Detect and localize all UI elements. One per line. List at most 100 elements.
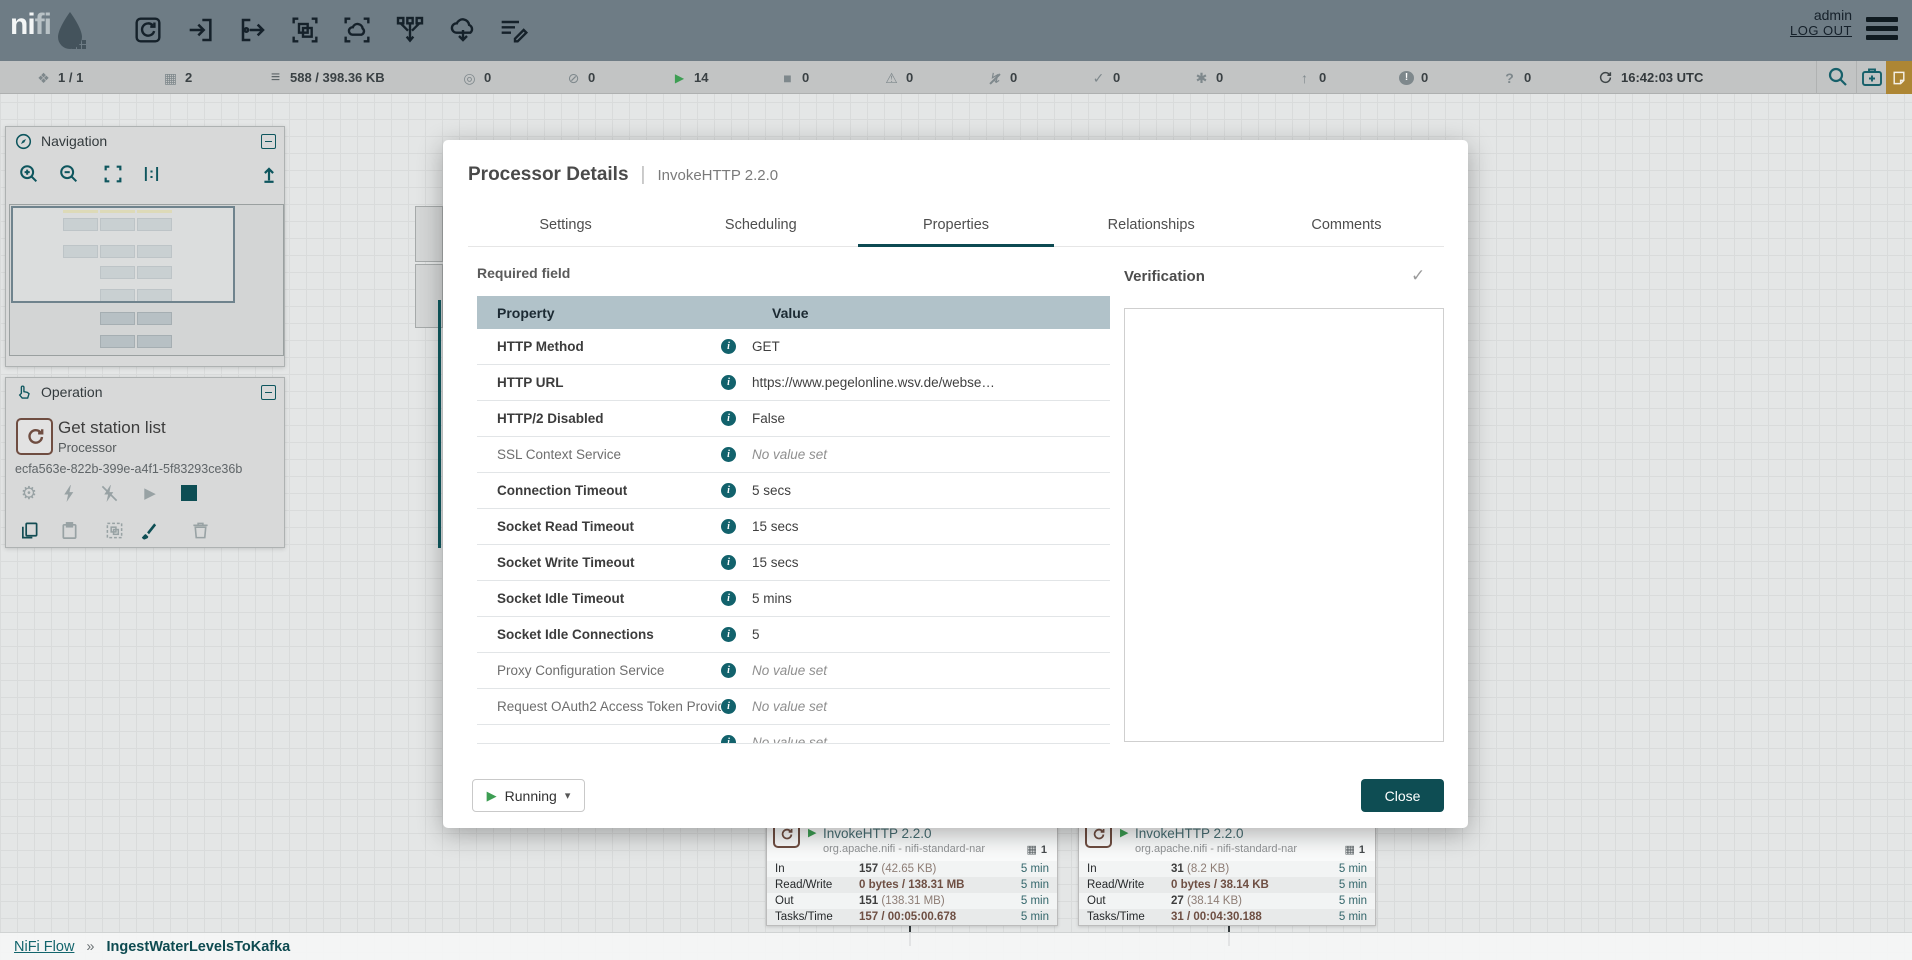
zoom-out-button[interactable]: [58, 163, 82, 187]
selected-component-name: Get station list: [58, 418, 166, 438]
logout-link[interactable]: LOG OUT: [1790, 23, 1852, 38]
tasks-badge: 1: [1344, 843, 1365, 856]
processor-toolbar-icon[interactable]: [132, 14, 164, 46]
navigation-panel-title: Navigation: [41, 133, 107, 149]
status-item-not-transmitting: 0: [566, 61, 595, 94]
funnel-toolbar-icon[interactable]: [394, 14, 426, 46]
paste-button[interactable]: [58, 519, 80, 541]
template-download-toolbar-icon[interactable]: [447, 14, 479, 46]
navigation-panel: Navigation |:|: [5, 126, 285, 367]
property-value: No value set: [752, 699, 1110, 714]
stop-button[interactable]: [178, 482, 200, 504]
stat-row: In31 (8.2 KB)5 min: [1079, 861, 1375, 877]
color-brush-button[interactable]: [137, 519, 159, 541]
property-row: Socket Read Timeout15 secs: [477, 509, 1110, 545]
property-value: 15 secs: [752, 519, 1110, 534]
enable-button[interactable]: [58, 482, 80, 504]
delete-button[interactable]: [189, 519, 211, 541]
dialog-title: Processor Details: [468, 164, 629, 186]
zoom-actual-button[interactable]: |:|: [140, 163, 164, 187]
properties-table: Property Value HTTP MethodGETHTTP URLhtt…: [477, 296, 1110, 744]
property-row: Socket Write Timeout15 secs: [477, 545, 1110, 581]
first-aid-button[interactable]: [1860, 65, 1886, 91]
property-name: Socket Idle Connections: [477, 627, 721, 642]
jump-to-flow-button[interactable]: [258, 163, 282, 187]
status-item-running: 14: [672, 61, 708, 94]
property-row: HTTP MethodGET: [477, 329, 1110, 365]
info-icon[interactable]: [721, 339, 736, 354]
input-port-toolbar-icon[interactable]: [185, 14, 217, 46]
close-button[interactable]: Close: [1361, 779, 1444, 812]
status-count: 0: [1319, 70, 1326, 85]
selected-component-id: ecfa563e-822b-399e-a4f1-5f83293ce36b: [15, 462, 242, 476]
search-button[interactable]: [1826, 65, 1852, 91]
canvas-processor[interactable]: ▶ InvokeHTTP 2.2.0 org.apache.nifi - nif…: [1078, 812, 1376, 926]
info-icon[interactable]: [721, 483, 736, 498]
tab-relationships[interactable]: Relationships: [1054, 206, 1249, 246]
selected-component-edge: [438, 300, 441, 548]
status-count: 1 / 1: [58, 70, 83, 85]
tab-properties[interactable]: Properties: [858, 206, 1053, 246]
dialog-subtitle: InvokeHTTP 2.2.0: [657, 167, 778, 184]
status-count: 0: [906, 70, 913, 85]
disable-button[interactable]: [98, 482, 120, 504]
minimap-viewport[interactable]: [11, 206, 235, 303]
zoom-fit-button[interactable]: [102, 163, 126, 187]
info-icon[interactable]: [721, 591, 736, 606]
start-button[interactable]: ▶: [139, 482, 161, 504]
current-user: admin: [1790, 7, 1852, 23]
stat-row: Tasks/Time31 / 00:04:30.1885 min: [1079, 909, 1375, 925]
group-button[interactable]: [103, 519, 125, 541]
status-count: 0: [484, 70, 491, 85]
up-to-date-icon: [1091, 71, 1106, 85]
collapse-navigation-button[interactable]: [261, 134, 276, 149]
configure-button[interactable]: ⚙: [18, 482, 40, 504]
tab-settings[interactable]: Settings: [468, 206, 663, 246]
chevron-down-icon: ▾: [565, 789, 571, 802]
verification-check-icon[interactable]: ✓: [1411, 266, 1425, 286]
remote-process-group-toolbar-icon[interactable]: [341, 14, 373, 46]
running-icon: [672, 72, 687, 84]
collapse-operation-button[interactable]: [261, 385, 276, 400]
status-count: 0: [1113, 70, 1120, 85]
breadcrumb-root-link[interactable]: NiFi Flow: [14, 939, 74, 955]
run-status-button[interactable]: ▶ Running ▾: [472, 779, 585, 812]
process-group-stats-icon: [163, 71, 178, 85]
verification-title: Verification: [1124, 268, 1205, 285]
stat-row: Read/Write0 bytes / 138.31 MB5 min: [767, 877, 1057, 893]
processor-type: InvokeHTTP 2.2.0: [823, 826, 932, 841]
status-item-disabled: 0: [988, 61, 1017, 94]
property-value: 5: [752, 627, 1110, 642]
status-item-sync-failure: 0: [1502, 61, 1531, 94]
status-item-up-to-date: 0: [1091, 61, 1120, 94]
info-icon[interactable]: [721, 555, 736, 570]
info-icon[interactable]: [721, 411, 736, 426]
title-separator: |: [641, 164, 646, 186]
stat-row: Tasks/Time157 / 00:05:00.6785 min: [767, 909, 1057, 925]
label-toolbar-icon[interactable]: [497, 14, 529, 46]
zoom-in-button[interactable]: [18, 163, 42, 187]
tab-comments[interactable]: Comments: [1249, 206, 1444, 246]
notification-palette-button[interactable]: [1886, 61, 1912, 94]
property-row: Request OAuth2 Access Token ProviderNo v…: [477, 689, 1110, 725]
status-refresh: 16:42:03 UTC: [1598, 61, 1703, 94]
info-icon[interactable]: [721, 663, 736, 678]
info-icon[interactable]: [721, 627, 736, 642]
global-menu-button[interactable]: [1866, 17, 1898, 43]
locally-modified-stale-icon: [1399, 71, 1414, 85]
property-name: HTTP URL: [477, 375, 721, 390]
info-icon[interactable]: [721, 447, 736, 462]
process-group-toolbar-icon[interactable]: [289, 14, 321, 46]
info-icon[interactable]: [721, 735, 736, 744]
output-port-toolbar-icon[interactable]: [237, 14, 269, 46]
copy-button[interactable]: [18, 519, 40, 541]
dialog-tabs: SettingsSchedulingPropertiesRelationship…: [468, 206, 1444, 247]
operation-panel-title: Operation: [41, 384, 102, 400]
birdseye-minimap[interactable]: [9, 204, 284, 356]
info-icon[interactable]: [721, 699, 736, 714]
info-icon[interactable]: [721, 519, 736, 534]
processor-stats: In157 (42.65 KB)5 minRead/Write0 bytes /…: [767, 861, 1057, 925]
tab-scheduling[interactable]: Scheduling: [663, 206, 858, 246]
canvas-processor[interactable]: ▶ InvokeHTTP 2.2.0 org.apache.nifi - nif…: [766, 812, 1058, 926]
info-icon[interactable]: [721, 375, 736, 390]
